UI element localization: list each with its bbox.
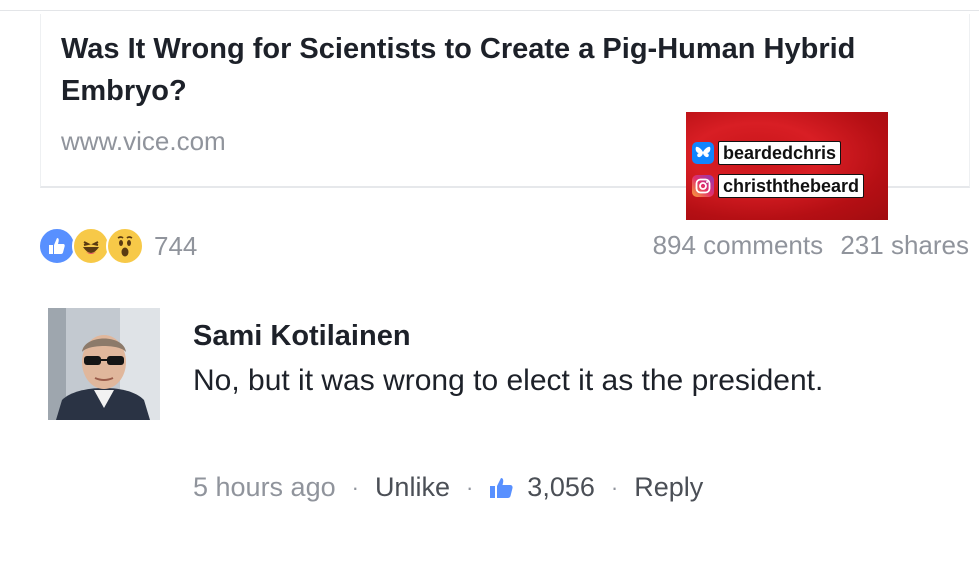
watermark-label: beardedchris [718, 141, 842, 165]
comments-count[interactable]: 894 comments [653, 230, 824, 260]
unlike-button[interactable]: Unlike [375, 472, 450, 503]
separator-dot: · [465, 474, 474, 500]
top-divider [0, 10, 979, 11]
haha-icon [72, 227, 110, 265]
shares-count[interactable]: 231 shares [840, 230, 969, 260]
watermark-handle-instagram: christhthebeard [692, 173, 865, 199]
reaction-count[interactable]: 744 [154, 231, 197, 262]
reactions-summary[interactable]: 744 [38, 226, 197, 266]
separator-dot: · [351, 474, 359, 500]
separator-dot: · [610, 474, 619, 500]
comment-text: No, but it was wrong to elect it as the … [193, 364, 824, 397]
watermark-label: christhthebeard [718, 174, 865, 198]
avatar[interactable] [48, 308, 160, 420]
like-icon [38, 227, 76, 265]
reply-button[interactable]: Reply [634, 472, 703, 503]
watermark-handle-bluesky: beardedchris [692, 140, 842, 166]
post-stats: 894 comments 231 shares [653, 230, 969, 261]
comment: Sami Kotilainen No, but it was wrong to … [193, 316, 963, 404]
wow-icon [106, 227, 144, 265]
butterfly-icon [692, 142, 714, 164]
watermark-overlay: beardedchris christhthebeard [686, 112, 888, 220]
instagram-icon [692, 175, 714, 197]
comment-like-count[interactable]: 3,056 [489, 472, 595, 503]
thumbs-up-icon [490, 477, 513, 498]
comment-timestamp[interactable]: 5 hours ago [193, 472, 336, 503]
like-count-value: 3,056 [527, 472, 595, 502]
link-domain: www.vice.com [61, 126, 226, 156]
comment-actions: 5 hours ago · Unlike · 3,056 · Reply [193, 472, 703, 503]
link-title[interactable]: Was It Wrong for Scientists to Create a … [61, 28, 961, 112]
comment-author[interactable]: Sami Kotilainen [193, 316, 963, 356]
